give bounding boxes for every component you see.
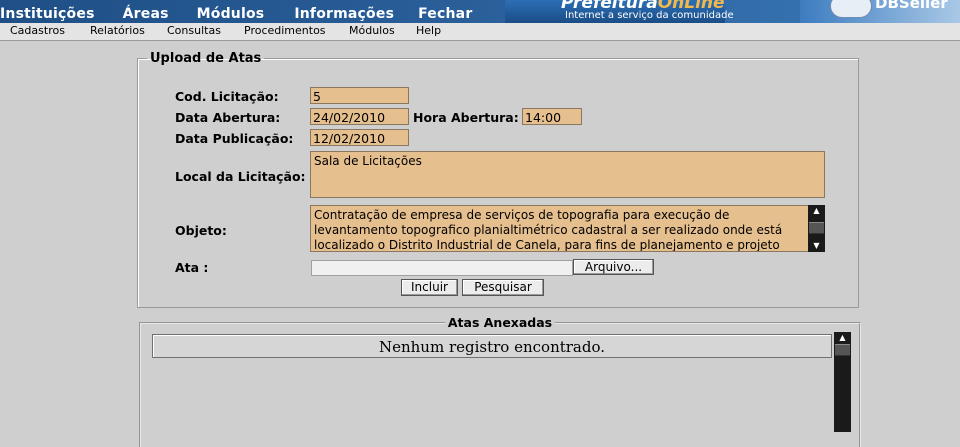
dbseller-logo: DBSeller [800, 0, 960, 23]
incluir-button[interactable]: Incluir [401, 279, 458, 296]
atas-anexadas-legend: Atas Anexadas [447, 315, 553, 330]
cod-licitacao-label: Cod. Licitação: [175, 89, 279, 104]
hora-abertura-field[interactable]: 14:00 [522, 108, 582, 125]
data-publicacao-label: Data Publicação: [175, 131, 294, 146]
objeto-scrollbar[interactable]: ▲ ▼ [808, 205, 825, 252]
brand-subtitle: Internet a serviço da comunidade [565, 10, 734, 21]
objeto-label: Objeto: [175, 223, 227, 238]
data-publicacao-field[interactable]: 12/02/2010 [310, 129, 409, 146]
sub-menu-bar: Cadastros Relatórios Consultas Procedime… [0, 23, 960, 41]
atas-list-scrollbar[interactable]: ▲ [834, 332, 851, 432]
sub-menu-modulos[interactable]: Módulos [349, 24, 395, 37]
local-licitacao-label: Local da Licitação: [175, 169, 306, 184]
ata-label: Ata : [175, 260, 209, 275]
empty-results-header: Nenhum registro encontrado. [152, 334, 832, 358]
scroll-thumb[interactable] [835, 344, 850, 356]
top-menu-fechar[interactable]: Fechar [418, 6, 472, 22]
top-menu: Instituições Áreas Módulos Informações F… [0, 6, 472, 22]
local-licitacao-textarea[interactable]: Sala de Licitações [310, 151, 825, 198]
prefeitura-online-logo: PrefeituraOnLine Internet a serviço da c… [505, 0, 734, 23]
sub-menu-help[interactable]: Help [416, 24, 441, 37]
scroll-up-icon[interactable]: ▲ [808, 206, 825, 216]
sub-menu-relatorios[interactable]: Relatórios [90, 24, 145, 37]
top-menu-instituicoes[interactable]: Instituições [0, 6, 95, 22]
sub-menu-cadastros[interactable]: Cadastros [10, 24, 65, 37]
scroll-down-icon[interactable]: ▼ [808, 241, 825, 251]
top-navigation-bar: Instituições Áreas Módulos Informações F… [0, 0, 960, 23]
upload-atas-legend: Upload de Atas [150, 51, 262, 66]
cod-licitacao-field[interactable]: 5 [310, 87, 409, 104]
hora-abertura-label: Hora Abertura: [413, 110, 519, 125]
dbseller-logo-text: DBSeller [875, 0, 948, 12]
top-menu-informacoes[interactable]: Informações [294, 6, 394, 22]
scroll-thumb[interactable] [809, 222, 824, 234]
arquivo-button[interactable]: Arquivo... [573, 259, 654, 275]
data-abertura-label: Data Abertura: [175, 110, 281, 125]
dbseller-logo-icon [830, 0, 872, 18]
sub-menu-procedimentos[interactable]: Procedimentos [244, 24, 326, 37]
sub-menu-consultas[interactable]: Consultas [167, 24, 221, 37]
top-menu-modulos[interactable]: Módulos [197, 6, 265, 22]
ata-file-input[interactable] [311, 260, 573, 276]
data-abertura-field[interactable]: 24/02/2010 [310, 108, 409, 125]
objeto-textarea[interactable]: Contratação de empresa de serviços de to… [310, 205, 808, 252]
scroll-up-icon[interactable]: ▲ [834, 333, 851, 343]
pesquisar-button[interactable]: Pesquisar [462, 279, 544, 296]
top-menu-areas[interactable]: Áreas [123, 6, 169, 22]
